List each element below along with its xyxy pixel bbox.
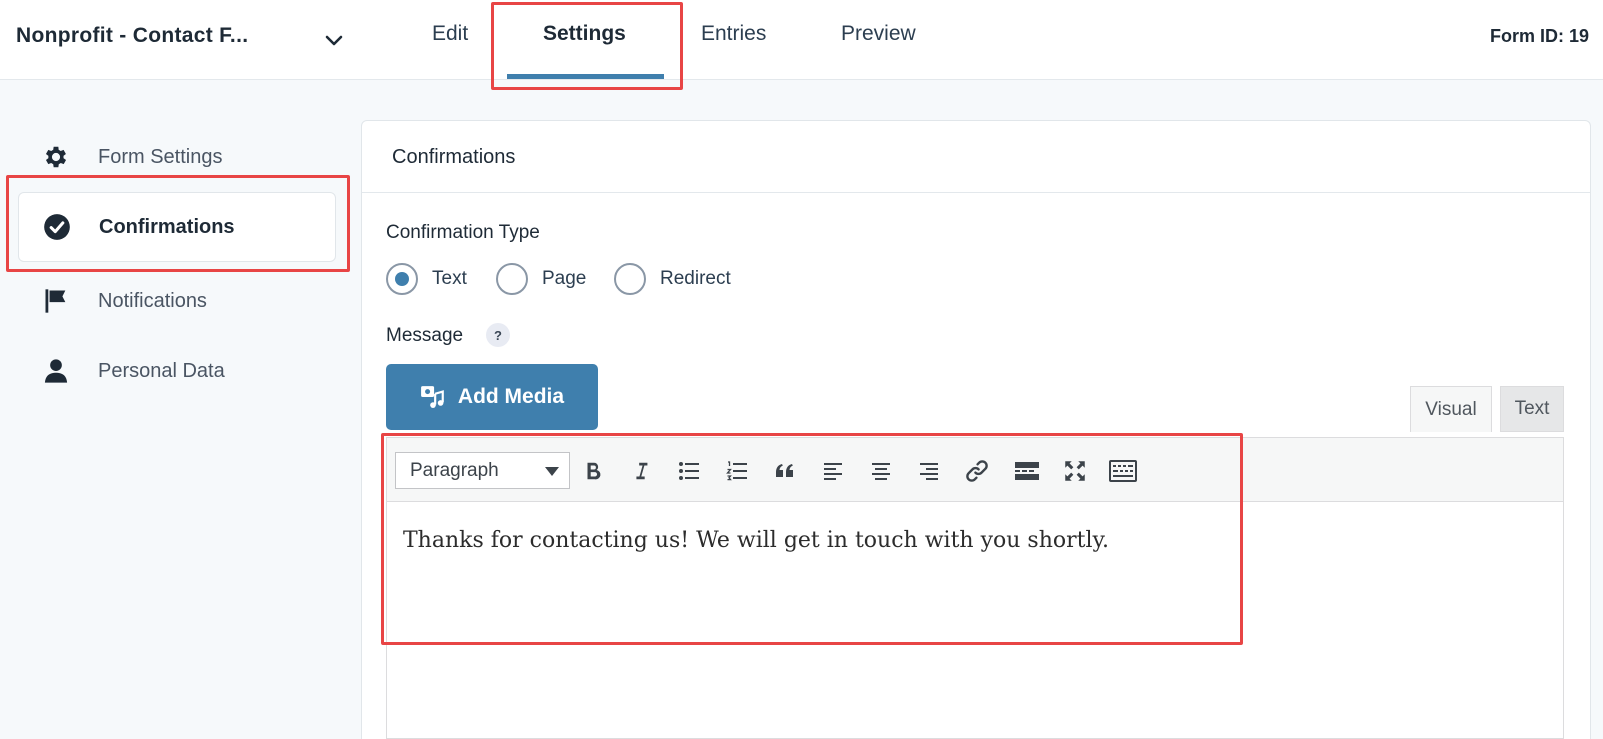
user-icon	[41, 356, 71, 386]
add-media-button[interactable]: Add Media	[386, 364, 598, 430]
media-icon	[420, 384, 446, 410]
toolbar-toggle-icon[interactable]	[1107, 455, 1139, 487]
radio-redirect[interactable]: Redirect	[614, 263, 731, 295]
message-label: Message	[386, 325, 464, 346]
radio-text[interactable]: Text	[386, 263, 467, 295]
tab-visual[interactable]: Visual	[1410, 386, 1492, 432]
sidebar-item-label: Confirmations	[99, 215, 235, 238]
radio-label: Redirect	[660, 268, 731, 289]
add-media-label: Add Media	[457, 385, 565, 408]
check-circle-icon	[42, 212, 72, 242]
sidebar-item-personal-data[interactable]: Personal Data	[18, 336, 336, 406]
panel-header: Confirmations	[362, 121, 1590, 193]
editor-content[interactable]: Thanks for contacting us! We will get in…	[403, 528, 1109, 553]
help-icon[interactable]: ?	[486, 323, 510, 347]
sidebar-item-label: Personal Data	[98, 359, 225, 382]
blockquote-icon[interactable]	[769, 455, 801, 487]
panel-title: Confirmations	[392, 146, 516, 168]
numbered-list-icon[interactable]	[721, 455, 753, 487]
tab-text[interactable]: Text	[1500, 386, 1564, 432]
tab-preview[interactable]: Preview	[841, 22, 916, 46]
radio-button[interactable]	[496, 263, 528, 295]
tab-settings[interactable]: Settings	[543, 22, 626, 46]
sidebar-item-form-settings[interactable]: Form Settings	[18, 122, 336, 192]
italic-icon[interactable]	[625, 455, 657, 487]
format-select[interactable]: Paragraph	[395, 452, 570, 489]
chevron-down-icon[interactable]	[322, 28, 346, 52]
link-icon[interactable]	[961, 455, 993, 487]
sidebar-item-confirmations[interactable]: Confirmations	[18, 192, 336, 262]
caret-down-icon	[545, 467, 559, 476]
editor-toolbar: Paragraph	[387, 438, 1563, 502]
sidebar-item-notifications[interactable]: Notifications	[18, 266, 336, 336]
radio-label: Text	[432, 268, 467, 289]
flag-icon	[41, 286, 71, 316]
confirmation-type-label: Confirmation Type	[386, 222, 540, 243]
bulleted-list-icon[interactable]	[673, 455, 705, 487]
align-left-icon[interactable]	[817, 455, 849, 487]
fullscreen-icon[interactable]	[1059, 455, 1091, 487]
sidebar-item-label: Form Settings	[98, 145, 223, 168]
message-editor[interactable]: Paragraph Thanks for contacting us! We w…	[386, 437, 1564, 739]
top-bar: Nonprofit - Contact F... Edit Settings E…	[0, 0, 1603, 80]
active-tab-indicator	[507, 74, 664, 79]
gear-icon	[41, 142, 71, 172]
radio-page[interactable]: Page	[496, 263, 586, 295]
tab-entries[interactable]: Entries	[701, 22, 766, 46]
bold-icon[interactable]	[577, 455, 609, 487]
read-more-icon[interactable]	[1011, 455, 1043, 487]
radio-label: Page	[542, 268, 587, 289]
format-select-value: Paragraph	[410, 459, 499, 481]
form-id: Form ID: 19	[1489, 26, 1589, 46]
align-right-icon[interactable]	[913, 455, 945, 487]
tab-edit[interactable]: Edit	[432, 22, 468, 46]
sidebar-item-label: Notifications	[98, 289, 207, 312]
radio-button[interactable]	[386, 263, 418, 295]
radio-button[interactable]	[614, 263, 646, 295]
align-center-icon[interactable]	[865, 455, 897, 487]
form-name[interactable]: Nonprofit - Contact F...	[16, 24, 248, 48]
